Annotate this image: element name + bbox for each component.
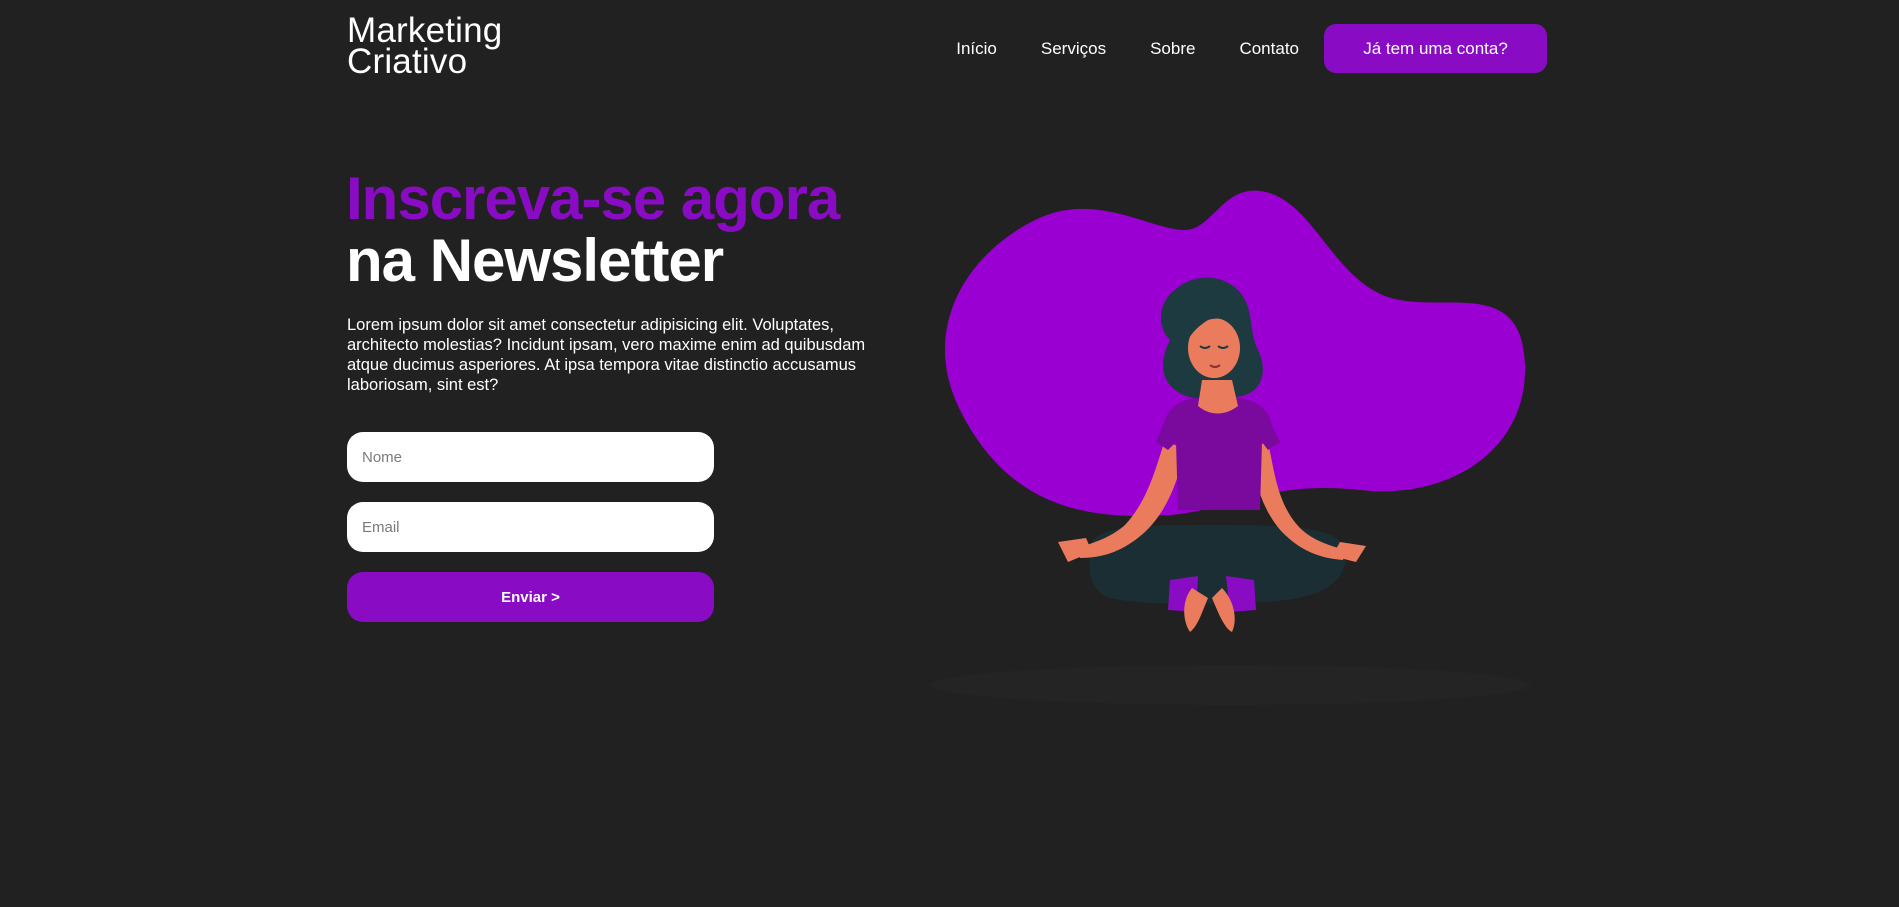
hero-title: Inscreva-se agora na Newsletter [346, 165, 840, 294]
submit-button[interactable]: Enviar > [347, 572, 714, 622]
newsletter-form: Enviar > [347, 432, 714, 622]
nav-link-servicos[interactable]: Serviços [1041, 39, 1106, 59]
nav-link-contato[interactable]: Contato [1239, 39, 1299, 59]
hero-title-line-2: na Newsletter [346, 227, 724, 294]
logo-line-2: Criativo [347, 42, 468, 81]
ground-shadow [930, 665, 1530, 705]
left-hand [1058, 538, 1092, 562]
nav-link-inicio[interactable]: Início [956, 39, 997, 59]
main-nav: Início Serviços Sobre Contato Já tem uma… [956, 24, 1547, 73]
account-button[interactable]: Já tem uma conta? [1324, 24, 1547, 73]
logo[interactable]: Marketing Criativo [347, 13, 502, 81]
email-input[interactable] [347, 502, 714, 552]
hero-title-line-1: Inscreva-se agora [346, 165, 840, 232]
meditating-woman-illustration [930, 190, 1530, 705]
newsletter-page: Marketing Criativo Início Serviços Sobre… [0, 0, 1899, 907]
nav-link-sobre[interactable]: Sobre [1150, 39, 1195, 59]
hero-description: Lorem ipsum dolor sit amet consectetur a… [347, 316, 866, 394]
name-input[interactable] [347, 432, 714, 482]
neck [1198, 380, 1238, 414]
